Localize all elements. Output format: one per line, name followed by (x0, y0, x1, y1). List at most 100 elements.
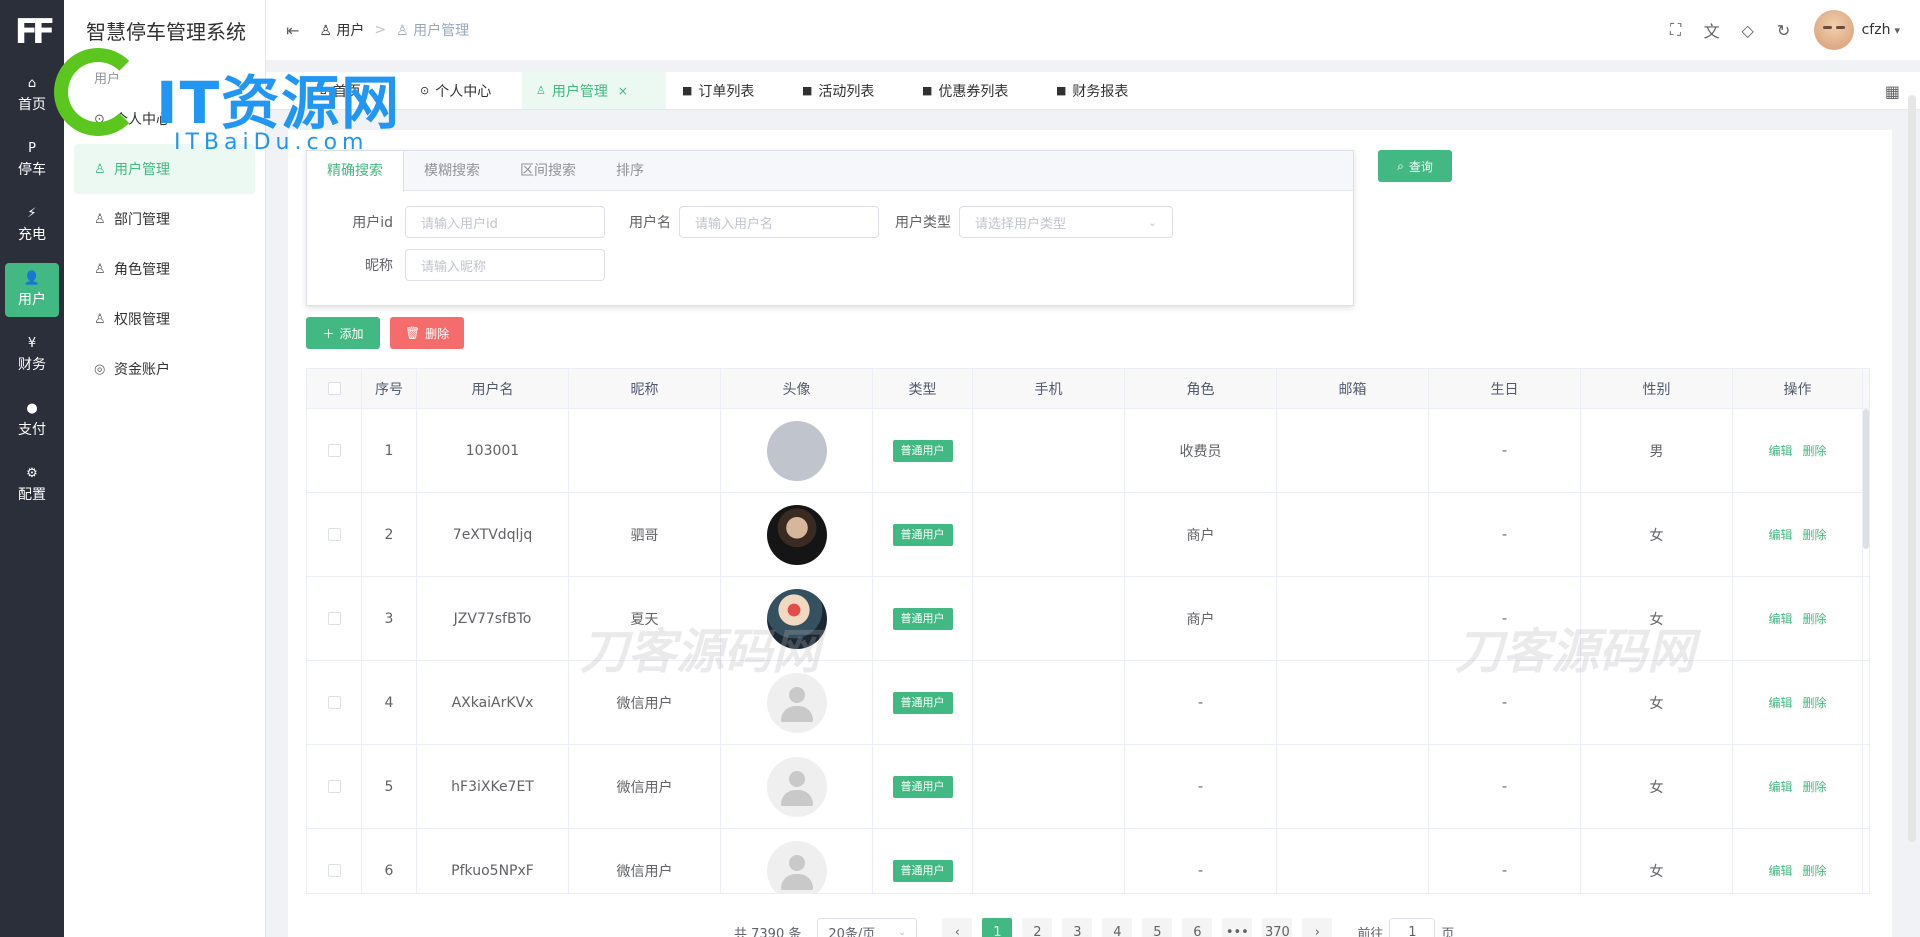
tab-range-search[interactable]: 区间搜索 (500, 151, 596, 191)
select-all-checkbox[interactable] (327, 382, 341, 395)
page-size-select[interactable]: 20条/页 ⌄ (817, 918, 918, 937)
rail-item-payment[interactable]: ● 支付 (5, 393, 59, 447)
tab-label: 财务报表 (1072, 83, 1129, 100)
column-header[interactable]: 生日 (1429, 369, 1581, 408)
rail-item-config[interactable]: ⚙ 配置 (5, 458, 59, 512)
field-user-id: 用户id 请输入用户id (307, 206, 605, 238)
breadcrumb-level1[interactable]: ♙ 用户 (319, 20, 364, 40)
tab-home[interactable]: ⌂ 首页 (306, 72, 375, 109)
user-id-label: 用户id (352, 215, 393, 231)
column-header[interactable]: 类型 (873, 369, 973, 408)
page-button[interactable]: 4 (1102, 918, 1133, 937)
translate-icon[interactable]: 文 (1694, 18, 1730, 42)
rail-item-home[interactable]: ⌂ 首页 (5, 68, 59, 122)
tab-coupons[interactable]: ■ 优惠券列表 (908, 72, 1022, 109)
row-checkbox[interactable] (327, 696, 341, 709)
sidebar-item-fund-account[interactable]: ◎ 资金账户 (74, 344, 255, 394)
username-input[interactable]: 请输入用户名 (679, 206, 879, 238)
tab-exact-search[interactable]: 精确搜索 (307, 151, 404, 192)
tab-activities[interactable]: ■ 活动列表 (788, 72, 888, 109)
grid-icon[interactable]: ▦ (1885, 82, 1900, 101)
column-header[interactable]: 性别 (1581, 369, 1733, 408)
edit-link[interactable]: 编辑 (1768, 862, 1792, 879)
page-button[interactable]: 2 (1022, 918, 1053, 937)
refresh-icon[interactable]: ↻ (1766, 21, 1802, 40)
edit-link[interactable]: 编辑 (1768, 526, 1792, 543)
delete-link[interactable]: 删除 (1803, 862, 1827, 879)
tab-orders[interactable]: ■ 订单列表 (668, 72, 768, 109)
nickname-input[interactable]: 请输入昵称 (405, 249, 605, 281)
delete-link[interactable]: 删除 (1803, 694, 1827, 711)
rail-item-parking[interactable]: P 停车 (5, 133, 59, 187)
cell-avatar (721, 493, 873, 576)
tab-fuzzy-search[interactable]: 模糊搜索 (404, 151, 500, 191)
column-header[interactable]: 用户名 (417, 369, 569, 408)
sidebar-item-roles[interactable]: ♙ 角色管理 (74, 244, 255, 294)
tab-sort[interactable]: 排序 (596, 151, 664, 191)
cell-actions: 编辑 删除 (1733, 409, 1863, 492)
user-avatar[interactable] (1813, 10, 1854, 50)
page-button[interactable]: 370 (1262, 918, 1293, 937)
theme-icon[interactable]: ◇ (1730, 21, 1766, 40)
rail-item-finance[interactable]: ¥ 财务 (5, 328, 59, 382)
sidebar-item-profile[interactable]: ⊙ 个人中心 (74, 94, 255, 144)
close-icon[interactable]: × (618, 84, 628, 98)
rail-item-users[interactable]: 👤 用户 (5, 263, 59, 317)
prev-page-button[interactable]: ‹ (942, 918, 973, 937)
row-checkbox[interactable] (327, 444, 341, 457)
collapse-menu-icon[interactable]: ⇤ (286, 21, 299, 40)
column-header[interactable]: 头像 (721, 369, 873, 408)
chevron-down-icon[interactable]: ▾ (1894, 24, 1900, 37)
edit-link[interactable]: 编辑 (1768, 778, 1792, 795)
column-header[interactable]: 昵称 (569, 369, 721, 408)
sidebar-item-user-management[interactable]: ♙ 用户管理 (74, 144, 255, 194)
page-button[interactable]: 3 (1062, 918, 1093, 937)
goto-page-value: 1 (1408, 924, 1417, 937)
row-checkbox[interactable] (327, 780, 341, 793)
delete-link[interactable]: 删除 (1803, 778, 1827, 795)
next-page-button[interactable]: › (1302, 918, 1333, 937)
edit-link[interactable]: 编辑 (1768, 694, 1792, 711)
row-checkbox[interactable] (327, 612, 341, 625)
cell-phone (973, 745, 1125, 828)
tab-finance-report[interactable]: ■ 财务报表 (1042, 72, 1142, 109)
delete-button[interactable]: 🗑 删除 (390, 317, 464, 349)
username-label[interactable]: cfzh (1862, 22, 1891, 38)
fullscreen-icon[interactable]: ⛶ (1658, 20, 1694, 40)
page-button[interactable]: 5 (1142, 918, 1173, 937)
user-type-select[interactable]: 请选择用户类型 ⌄ (959, 206, 1173, 238)
column-header[interactable]: 邮箱 (1277, 369, 1429, 408)
column-header[interactable]: 序号 (362, 369, 417, 408)
payment-icon: ● (26, 401, 38, 416)
page-button[interactable]: 1 (982, 918, 1013, 937)
edit-link[interactable]: 编辑 (1768, 442, 1792, 459)
sidebar-item-permissions[interactable]: ♙ 权限管理 (74, 294, 255, 344)
pagination: 共 7390 条 20条/页 ⌄ ‹ 1 2 3 4 5 6 ••• 370 › … (734, 918, 1454, 937)
users-table: 序号 用户名 昵称 头像 类型 手机 角色 邮箱 生日 性别 操作 1 10300… (306, 368, 1870, 894)
delete-link[interactable]: 删除 (1803, 526, 1827, 543)
sidebar-item-departments[interactable]: ♙ 部门管理 (74, 194, 255, 244)
column-header[interactable]: 手机 (973, 369, 1125, 408)
rail-item-charging[interactable]: ⚡ 充电 (5, 198, 59, 252)
tab-user-management[interactable]: ♙ 用户管理 × (522, 72, 666, 109)
more-pages-button[interactable]: ••• (1222, 918, 1253, 937)
query-button[interactable]: ⌕ 查询 (1378, 150, 1452, 182)
rail-label: 停车 (18, 162, 46, 178)
page-scrollbar[interactable] (1908, 95, 1916, 842)
delete-link[interactable]: 删除 (1803, 610, 1827, 627)
row-checkbox[interactable] (327, 864, 341, 877)
tab-profile[interactable]: ⊙ 个人中心 (406, 72, 505, 109)
cell-avatar (721, 577, 873, 660)
table-scrollbar[interactable] (1863, 409, 1869, 549)
cell-type: 普通用户 (873, 409, 973, 492)
rail-label: 配置 (18, 487, 46, 503)
app-logo[interactable]: FF (0, 0, 64, 64)
row-checkbox[interactable] (327, 528, 341, 541)
add-button[interactable]: ＋ 添加 (306, 317, 380, 349)
edit-link[interactable]: 编辑 (1768, 610, 1792, 627)
column-header[interactable]: 角色 (1125, 369, 1277, 408)
user-id-input[interactable]: 请输入用户id (405, 206, 605, 238)
page-button[interactable]: 6 (1182, 918, 1213, 937)
goto-page-input[interactable]: 1 (1389, 918, 1436, 937)
delete-link[interactable]: 删除 (1803, 442, 1827, 459)
